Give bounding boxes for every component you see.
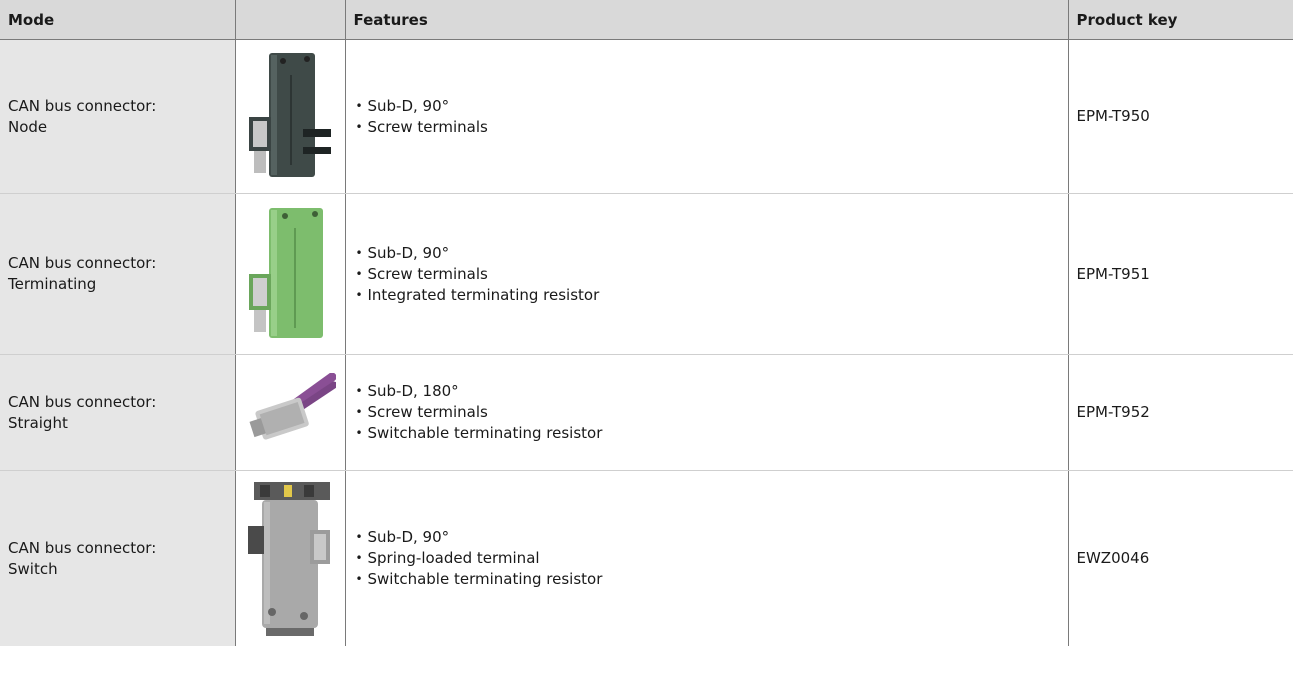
header-image bbox=[235, 0, 346, 40]
feature-item: Sub-D, 90° bbox=[354, 527, 1060, 548]
features-list: Sub-D, 90° Screw terminals bbox=[354, 96, 1060, 138]
features-cell: Sub-D, 90° Screw terminals Integrated te… bbox=[345, 193, 1069, 355]
table-row: CAN bus connector: Terminating Sub-D, 9 bbox=[0, 193, 1293, 355]
connector-table: Mode Features Product key CAN bus connec… bbox=[0, 0, 1293, 646]
feature-item: Sub-D, 90° bbox=[354, 96, 1060, 117]
product-key-cell: EWZ0046 bbox=[1076, 549, 1150, 567]
product-image-cell bbox=[235, 354, 346, 471]
product-image-cell bbox=[235, 39, 346, 194]
header-product-key: Product key bbox=[1068, 0, 1293, 40]
mode-cell: CAN bus connector: Terminating bbox=[0, 193, 236, 355]
feature-item: Switchable terminating resistor bbox=[354, 569, 1060, 590]
feature-item: Sub-D, 180° bbox=[354, 381, 1060, 402]
dark-gray-90-degree-connector-photo bbox=[249, 52, 331, 177]
features-list: Sub-D, 180° Screw terminals Switchable t… bbox=[354, 381, 1060, 444]
mode-variant: Node bbox=[8, 117, 48, 136]
features-cell: Sub-D, 90° Spring-loaded terminal Switch… bbox=[345, 470, 1069, 646]
table-row: CAN bus connector: Straight Sub-D, 180° bbox=[0, 354, 1293, 471]
green-90-degree-connector-photo bbox=[249, 207, 323, 338]
mode-label: CAN bus connector: bbox=[8, 96, 157, 115]
features-list: Sub-D, 90° Spring-loaded terminal Switch… bbox=[354, 527, 1060, 590]
product-key-cell: EPM-T950 bbox=[1068, 39, 1293, 194]
straight-connector-with-purple-cable-photo bbox=[249, 372, 336, 440]
feature-item: Integrated terminating resistor bbox=[354, 285, 1060, 306]
header-row: Mode Features Product key bbox=[0, 0, 1293, 40]
gray-90-degree-switch-connector-photo bbox=[248, 482, 330, 636]
feature-item: Screw terminals bbox=[354, 264, 1060, 285]
features-cell: Sub-D, 90° Screw terminals bbox=[345, 39, 1069, 194]
features-list: Sub-D, 90° Screw terminals Integrated te… bbox=[354, 243, 1060, 306]
features-cell: Sub-D, 180° Screw terminals Switchable t… bbox=[345, 354, 1069, 471]
mode-label: CAN bus connector: bbox=[8, 254, 157, 272]
mode-variant: Switch bbox=[8, 559, 58, 578]
mode-label: CAN bus connector: bbox=[8, 538, 157, 557]
mode-cell: CAN bus connector: Node bbox=[0, 39, 236, 194]
product-image-cell bbox=[235, 193, 346, 355]
feature-item: Sub-D, 90° bbox=[354, 243, 1060, 264]
header-features: Features bbox=[345, 0, 1069, 40]
feature-item: Switchable terminating resistor bbox=[354, 423, 1060, 444]
feature-item: Screw terminals bbox=[354, 402, 1060, 423]
mode-variant: Straight bbox=[8, 413, 68, 432]
mode-cell: CAN bus connector: Straight bbox=[0, 354, 236, 471]
table-row: CAN bus connector: Node • Sub-D, 90° • S… bbox=[0, 39, 1293, 194]
product-key-cell: EPM-T951 bbox=[1068, 193, 1293, 355]
mode-variant: Terminating bbox=[8, 275, 97, 293]
product-image-cell bbox=[235, 470, 346, 646]
mode-cell: CAN bus connector: Switch bbox=[0, 470, 236, 646]
header-mode: Mode bbox=[0, 0, 236, 40]
feature-item: Spring-loaded terminal bbox=[354, 548, 1060, 569]
product-key-cell: EPM-T952 bbox=[1068, 354, 1293, 471]
feature-item: Screw terminals bbox=[354, 117, 1060, 138]
table-row: CAN bus connector: Switch • Sub-D, 90° •… bbox=[0, 470, 1293, 646]
mode-label: CAN bus connector: bbox=[8, 392, 157, 411]
